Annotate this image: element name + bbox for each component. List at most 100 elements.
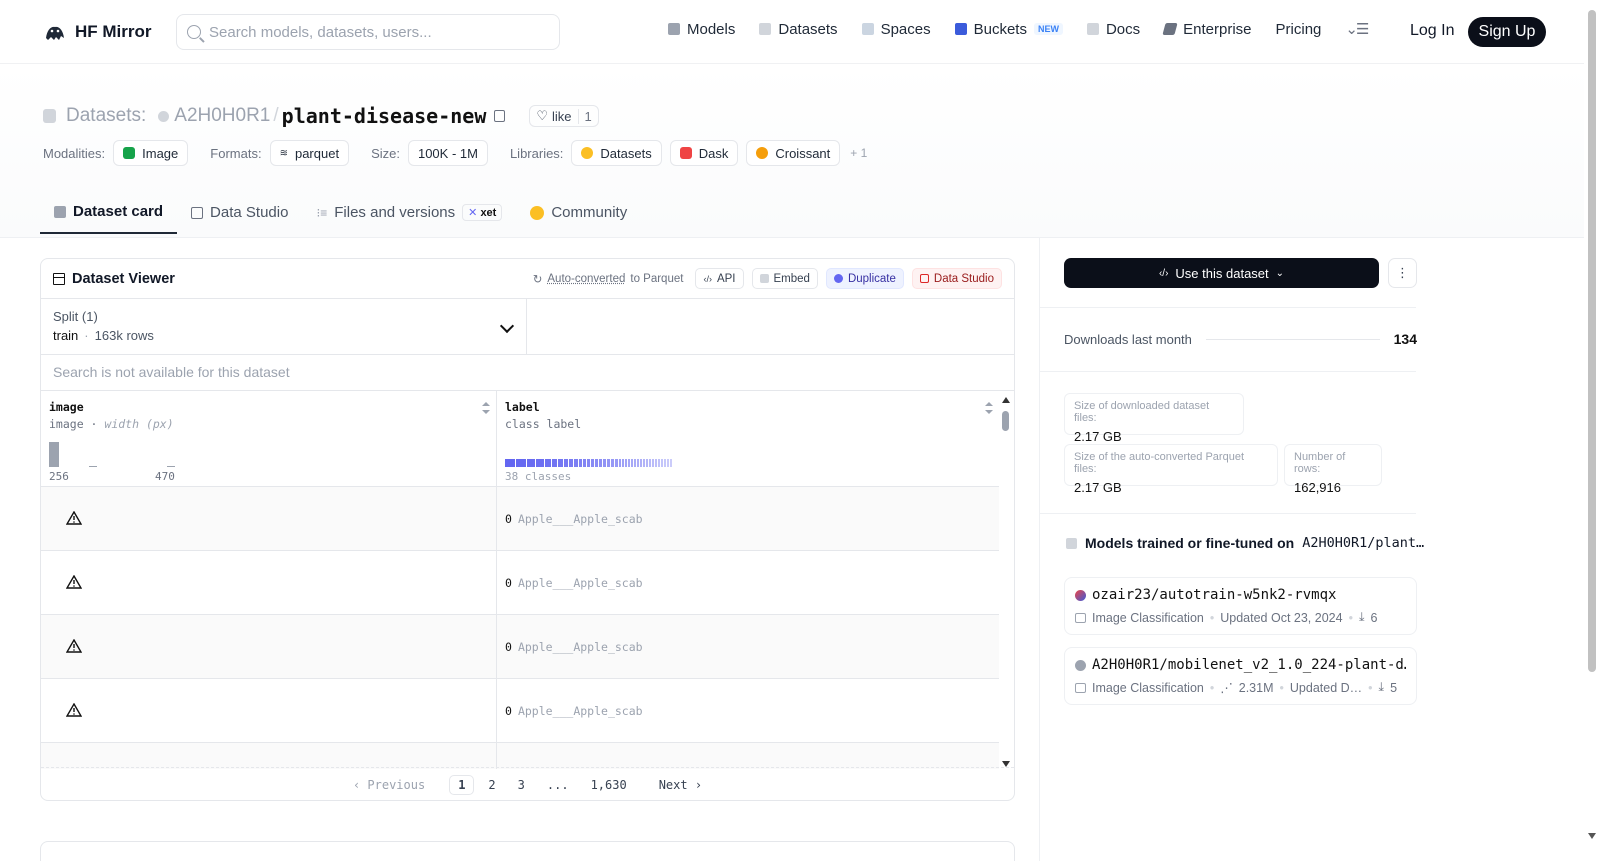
- scroll-thumb[interactable]: [1002, 411, 1009, 431]
- class-segment[interactable]: [607, 459, 610, 467]
- class-segment[interactable]: [667, 459, 669, 467]
- class-segment[interactable]: [574, 459, 578, 467]
- nav-buckets[interactable]: Buckets NEW: [954, 21, 1063, 38]
- table-row[interactable]: 0 Apple___Apple_scab: [41, 551, 999, 615]
- label-cell[interactable]: 0 Apple___Apple_scab: [497, 551, 999, 614]
- more-libraries[interactable]: + 1: [850, 146, 867, 160]
- class-segment[interactable]: [664, 459, 666, 467]
- class-segment[interactable]: [603, 459, 606, 467]
- class-segment[interactable]: [646, 459, 648, 467]
- repo-name[interactable]: plant-disease-new: [282, 104, 487, 128]
- tab-data-studio[interactable]: Data Studio: [177, 191, 302, 234]
- auto-converted-link[interactable]: Auto-converted: [547, 273, 625, 285]
- class-segment[interactable]: [564, 459, 568, 467]
- login-link[interactable]: Log In: [1410, 22, 1454, 40]
- tag-croissant[interactable]: Croissant: [746, 140, 841, 166]
- tag-dask[interactable]: Dask: [669, 140, 739, 166]
- class-segment[interactable]: [619, 459, 621, 467]
- class-segment[interactable]: [649, 459, 651, 467]
- tab-files[interactable]: ⁝≡ Files and versions ✕ xet: [302, 191, 516, 234]
- class-segment[interactable]: [516, 459, 526, 467]
- class-segment[interactable]: [595, 459, 598, 467]
- model-card[interactable]: ozair23/autotrain-w5nk2-rvmqx Image Clas…: [1064, 577, 1417, 635]
- class-segment[interactable]: [583, 459, 586, 467]
- class-segment[interactable]: [558, 459, 563, 467]
- class-segment[interactable]: [505, 459, 515, 467]
- global-search[interactable]: Search models, datasets, users...: [176, 14, 560, 50]
- image-cell[interactable]: [41, 487, 497, 550]
- tag-datasets-lib[interactable]: Datasets: [571, 140, 662, 166]
- page-scroll-thumb[interactable]: [1588, 10, 1596, 672]
- class-segment[interactable]: [545, 459, 551, 467]
- table-scrollbar[interactable]: [1000, 393, 1012, 767]
- signup-button[interactable]: Sign Up: [1468, 17, 1546, 47]
- page-scrollbar[interactable]: [1584, 0, 1600, 861]
- class-segment[interactable]: [622, 459, 624, 467]
- next-page-button[interactable]: Next ›: [651, 776, 710, 794]
- table-row[interactable]: 0 Apple___Apple_scab: [41, 487, 999, 551]
- use-dataset-button[interactable]: ‹/› Use this dataset ⌄: [1064, 258, 1379, 288]
- class-segment[interactable]: [655, 459, 657, 467]
- tag-size[interactable]: 100K - 1M: [407, 140, 488, 166]
- class-segment[interactable]: [628, 459, 630, 467]
- copy-icon[interactable]: [494, 110, 506, 122]
- like-button[interactable]: ♡ like 1: [529, 105, 599, 127]
- histogram-bar[interactable]: [167, 466, 175, 467]
- image-cell[interactable]: [41, 679, 497, 742]
- class-segment[interactable]: [640, 459, 642, 467]
- scroll-up-icon[interactable]: [1002, 397, 1010, 403]
- nav-spaces[interactable]: Spaces: [861, 21, 931, 38]
- image-cell[interactable]: [41, 551, 497, 614]
- nav-models[interactable]: Models: [668, 21, 735, 38]
- class-segment[interactable]: [625, 459, 627, 467]
- page-3[interactable]: 3: [510, 776, 533, 794]
- more-options-button[interactable]: ⋮: [1388, 258, 1417, 288]
- nav-datasets[interactable]: Datasets: [759, 21, 838, 38]
- page-last[interactable]: 1,630: [583, 776, 635, 794]
- class-segment[interactable]: [661, 459, 663, 467]
- class-segment[interactable]: [631, 459, 633, 467]
- sort-icon[interactable]: [482, 402, 490, 414]
- nav-enterprise[interactable]: Enterprise: [1162, 21, 1252, 38]
- class-segment[interactable]: [599, 459, 602, 467]
- model-card[interactable]: A2H0H0R1/mobilenet_v2_1.0_224-plant-d… I…: [1064, 647, 1417, 705]
- class-segment[interactable]: [536, 459, 544, 467]
- class-distribution-bar[interactable]: [505, 459, 672, 467]
- label-cell[interactable]: 0 Apple___Apple_scab: [497, 487, 999, 550]
- table-row[interactable]: 0 Apple___Apple_scab: [41, 615, 999, 679]
- class-segment[interactable]: [579, 459, 582, 467]
- tag-image[interactable]: Image: [113, 140, 189, 166]
- repo-kind[interactable]: Datasets:: [66, 105, 146, 127]
- image-cell[interactable]: [41, 615, 497, 678]
- class-segment[interactable]: [634, 459, 636, 467]
- class-segment[interactable]: [637, 459, 639, 467]
- repo-org[interactable]: A2H0H0R1: [174, 105, 270, 127]
- data-studio-button[interactable]: Data Studio: [911, 268, 1002, 289]
- tag-parquet[interactable]: ≋ parquet: [269, 140, 350, 166]
- duplicate-button[interactable]: Duplicate: [825, 268, 904, 289]
- page-1[interactable]: 1: [449, 774, 475, 795]
- brand-logo[interactable]: HF Mirror: [43, 20, 152, 44]
- nav-pricing[interactable]: Pricing: [1276, 21, 1322, 38]
- class-segment[interactable]: [587, 459, 590, 467]
- column-header-image[interactable]: image image · width (px) 256 470: [41, 391, 497, 486]
- api-button[interactable]: ‹/› API: [695, 268, 744, 289]
- class-segment[interactable]: [658, 459, 660, 467]
- label-cell[interactable]: 0 Apple___Apple_scab: [497, 615, 999, 678]
- class-segment[interactable]: [611, 459, 614, 467]
- class-segment[interactable]: [643, 459, 645, 467]
- embed-button[interactable]: Embed: [751, 268, 818, 289]
- split-selector[interactable]: Split (1) train · 163k rows: [41, 299, 527, 354]
- class-segment[interactable]: [670, 459, 672, 467]
- tab-dataset-card[interactable]: Dataset card: [40, 191, 178, 234]
- histogram-bar[interactable]: [89, 466, 97, 467]
- nav-docs[interactable]: Docs: [1086, 21, 1140, 38]
- label-cell[interactable]: 0 Apple___Apple_scab: [497, 679, 999, 742]
- column-header-label[interactable]: label class label 38 classes: [497, 391, 999, 486]
- more-menu-icon[interactable]: ⌄☰: [1345, 20, 1369, 38]
- sort-icon[interactable]: [985, 402, 993, 414]
- page-2[interactable]: 2: [480, 776, 503, 794]
- prev-page-button[interactable]: ‹ Previous: [345, 776, 433, 794]
- class-segment[interactable]: [527, 459, 535, 467]
- class-segment[interactable]: [652, 459, 654, 467]
